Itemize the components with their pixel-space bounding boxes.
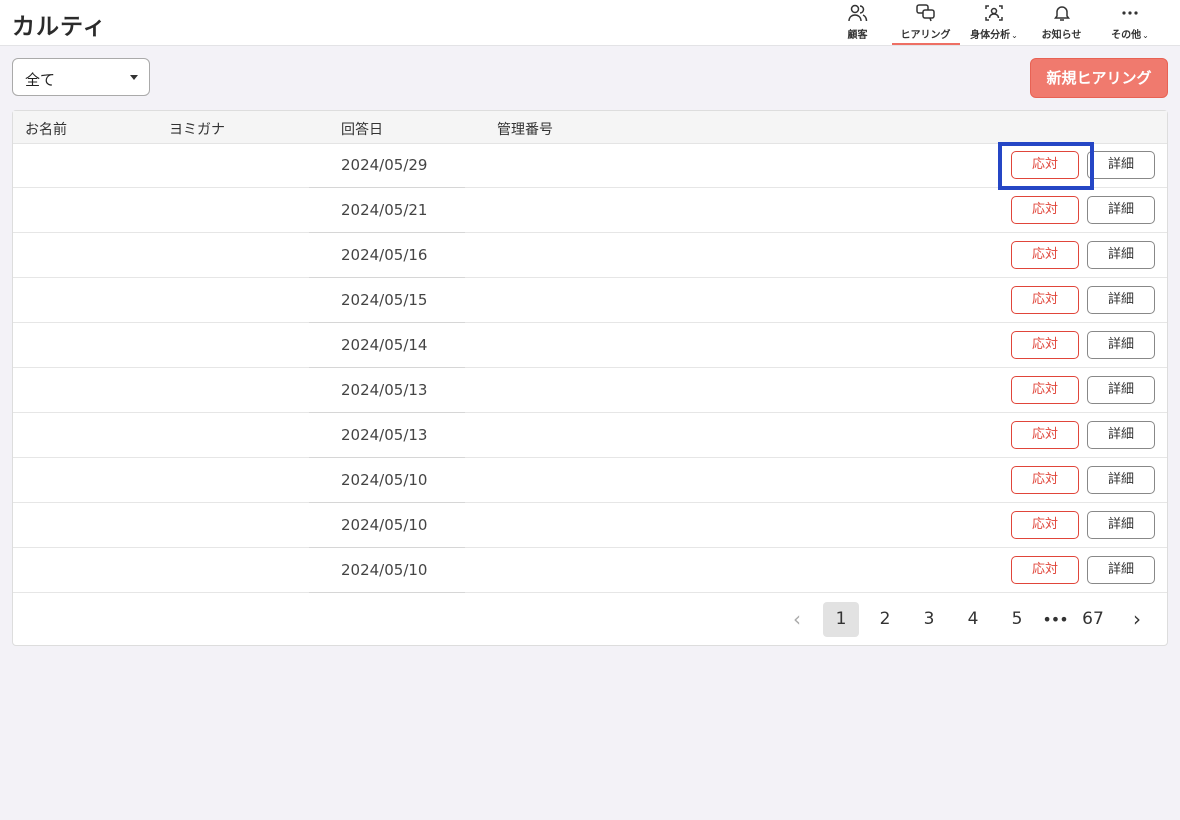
respond-button[interactable]: 応対 — [1011, 466, 1079, 494]
filter-value: 全て — [25, 71, 56, 89]
detail-button[interactable]: 詳細 — [1087, 331, 1155, 359]
nav-label: ヒアリング — [900, 30, 951, 41]
column-header-number[interactable]: 管理番号 — [497, 119, 553, 139]
caret-down-icon — [130, 75, 138, 80]
detail-button[interactable]: 詳細 — [1087, 376, 1155, 404]
answer-date: 2024/05/10 — [341, 561, 428, 579]
answer-date-cell: 2024/05/15 — [309, 278, 465, 323]
pagination-ellipsis: ••• — [1042, 610, 1068, 629]
nav-label: お知らせ — [1041, 30, 1082, 41]
respond-button[interactable]: 応対 — [1011, 556, 1079, 584]
table-row: 2024/05/10 応対 詳細 — [13, 503, 1167, 548]
table-row: 2024/05/13 応対 詳細 — [13, 368, 1167, 413]
app-logo[interactable]: カルティ — [12, 7, 107, 41]
page-button-2[interactable]: 2 — [867, 602, 903, 637]
body-scan-icon — [962, 4, 1026, 22]
status-filter-select[interactable]: 全て — [12, 58, 150, 96]
detail-button[interactable]: 詳細 — [1087, 421, 1155, 449]
nav-label: 身体分析⌄ — [970, 30, 1018, 41]
answer-date-cell: 2024/05/16 — [309, 233, 465, 278]
respond-button[interactable]: 応対 — [1011, 241, 1079, 269]
top-bar: カルティ 顧客 ヒアリング 身体分析⌄ お知らせ その他⌄ — [0, 0, 1180, 46]
table-row: 2024/05/15 応対 詳細 — [13, 278, 1167, 323]
nav-item-customers[interactable]: 顧客 — [830, 0, 886, 45]
respond-button[interactable]: 応対 — [1011, 376, 1079, 404]
nav-item-more[interactable]: その他⌄ — [1100, 0, 1160, 45]
answer-date: 2024/05/15 — [341, 291, 428, 309]
answer-date: 2024/05/13 — [341, 426, 428, 444]
next-page-button[interactable]: › — [1119, 602, 1155, 637]
answer-date: 2024/05/13 — [341, 381, 428, 399]
answer-date-cell: 2024/05/13 — [309, 413, 465, 458]
answer-date: 2024/05/16 — [341, 246, 428, 264]
table-row: 2024/05/13 応対 詳細 — [13, 413, 1167, 458]
active-tab-indicator — [892, 43, 960, 45]
answer-date: 2024/05/29 — [341, 156, 428, 174]
detail-button[interactable]: 詳細 — [1087, 511, 1155, 539]
answer-date: 2024/05/21 — [341, 201, 428, 219]
users-icon — [830, 4, 886, 22]
table-row: 2024/05/10 応対 詳細 — [13, 548, 1167, 593]
column-header-name[interactable]: お名前 — [25, 119, 67, 139]
table-row: 2024/05/29 応対 詳細 — [13, 143, 1167, 188]
answer-date: 2024/05/10 — [341, 516, 428, 534]
table-header: お名前 ヨミガナ 回答日 管理番号 — [13, 111, 1167, 144]
column-header-date[interactable]: 回答日 — [341, 119, 383, 139]
answer-date: 2024/05/10 — [341, 471, 428, 489]
nav-item-body-analysis[interactable]: 身体分析⌄ — [962, 0, 1026, 45]
new-hearing-button[interactable]: 新規ヒアリング — [1030, 58, 1168, 98]
answer-date: 2024/05/14 — [341, 336, 428, 354]
answer-date-cell: 2024/05/10 — [309, 503, 465, 548]
respond-button[interactable]: 応対 — [1011, 151, 1079, 179]
detail-button[interactable]: 詳細 — [1087, 196, 1155, 224]
answer-date-cell: 2024/05/29 — [309, 143, 465, 188]
detail-button[interactable]: 詳細 — [1087, 556, 1155, 584]
more-icon — [1100, 4, 1160, 22]
detail-button[interactable]: 詳細 — [1087, 466, 1155, 494]
nav-item-notifications[interactable]: お知らせ — [1034, 0, 1090, 45]
page-button-3[interactable]: 3 — [911, 602, 947, 637]
respond-button[interactable]: 応対 — [1011, 286, 1079, 314]
answer-date-cell: 2024/05/14 — [309, 323, 465, 368]
nav-label: 顧客 — [847, 30, 868, 41]
table-row: 2024/05/16 応対 詳細 — [13, 233, 1167, 278]
detail-button[interactable]: 詳細 — [1087, 286, 1155, 314]
column-header-kana[interactable]: ヨミガナ — [169, 119, 225, 139]
table-row: 2024/05/14 応対 詳細 — [13, 323, 1167, 368]
page-button-1[interactable]: 1 — [823, 602, 859, 637]
answer-date-cell: 2024/05/13 — [309, 368, 465, 413]
nav-item-hearing[interactable]: ヒアリング — [892, 0, 960, 45]
bell-icon — [1034, 4, 1090, 22]
page-button-5[interactable]: 5 — [999, 602, 1035, 637]
answer-date-cell: 2024/05/10 — [309, 458, 465, 503]
hearing-table: お名前 ヨミガナ 回答日 管理番号 2024/05/29 応対 詳細 2024/05/… — [12, 110, 1168, 646]
table-row: 2024/05/21 応対 詳細 — [13, 188, 1167, 233]
respond-button[interactable]: 応対 — [1011, 511, 1079, 539]
answer-date-cell: 2024/05/21 — [309, 188, 465, 233]
row-divider — [13, 592, 1167, 593]
prev-page-button[interactable]: ‹ — [779, 602, 815, 637]
respond-button[interactable]: 応対 — [1011, 331, 1079, 359]
pagination: ‹ 1 2 3 4 5 ••• 67 › — [13, 602, 1167, 637]
detail-button[interactable]: 詳細 — [1087, 151, 1155, 179]
page-button-4[interactable]: 4 — [955, 602, 991, 637]
table-row: 2024/05/10 応対 詳細 — [13, 458, 1167, 503]
chat-icon — [892, 4, 960, 22]
detail-button[interactable]: 詳細 — [1087, 241, 1155, 269]
answer-date-cell: 2024/05/10 — [309, 548, 465, 593]
respond-button[interactable]: 応対 — [1011, 421, 1079, 449]
page-button-last[interactable]: 67 — [1075, 602, 1111, 637]
nav-label: その他⌄ — [1111, 30, 1149, 41]
respond-button[interactable]: 応対 — [1011, 196, 1079, 224]
